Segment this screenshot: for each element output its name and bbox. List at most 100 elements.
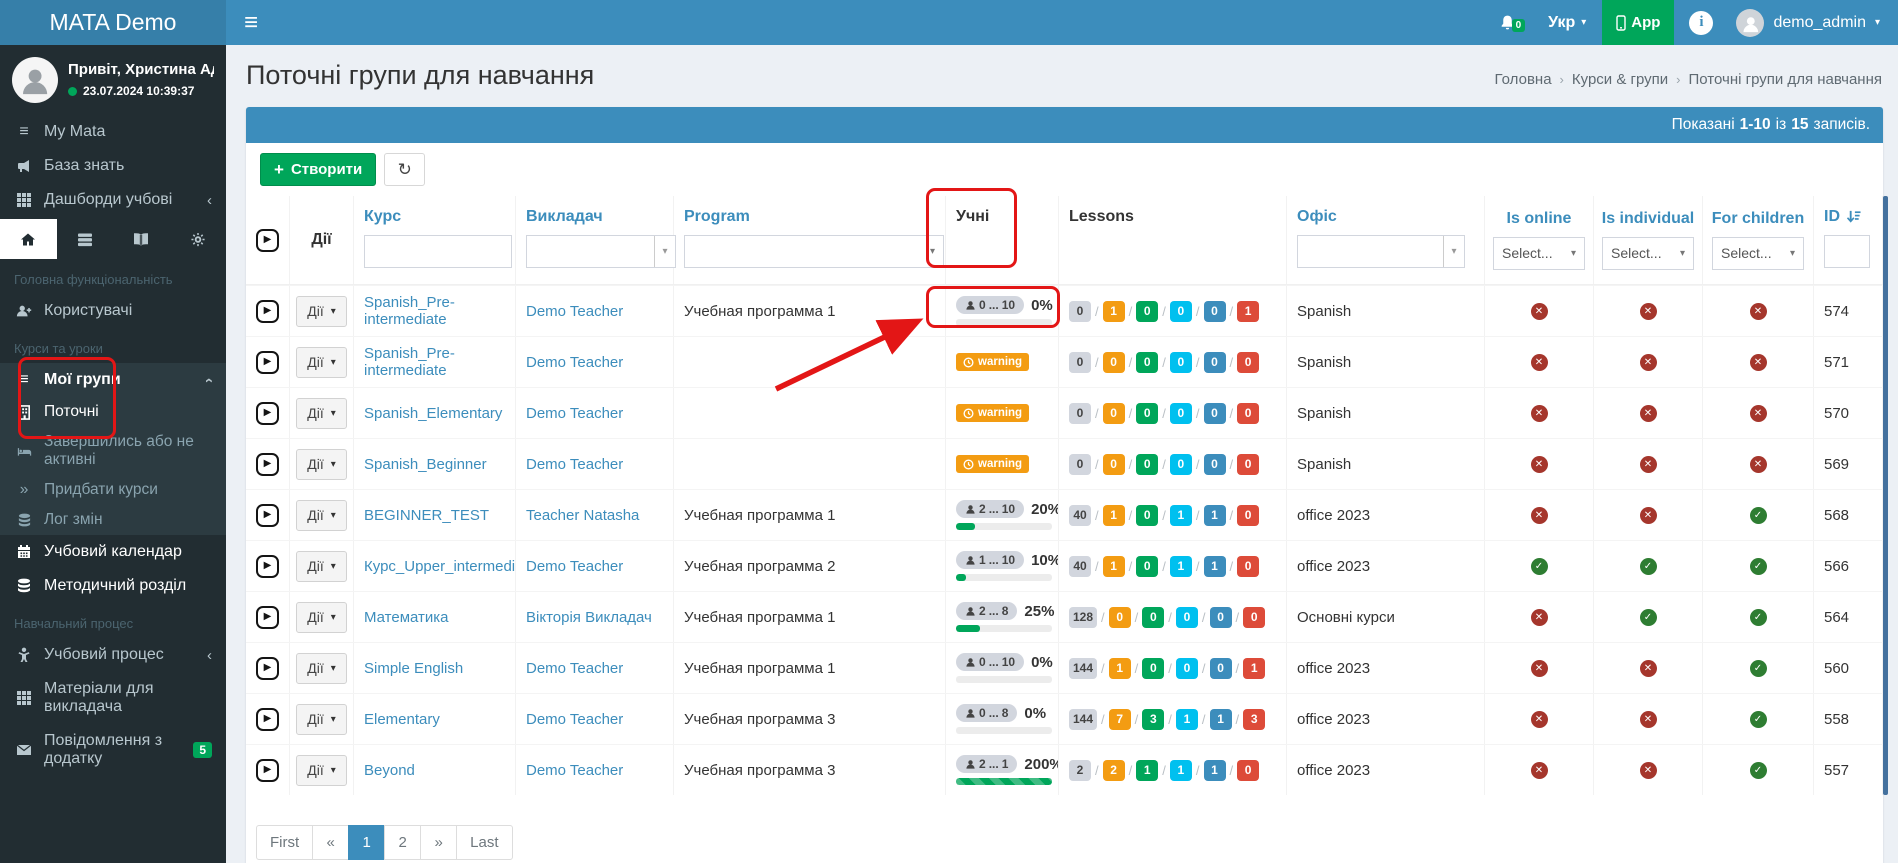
for-children-filter-select[interactable]: Select... ▾ bbox=[1712, 237, 1804, 270]
sidebar-item-my-mata[interactable]: ≡ My Mata bbox=[0, 115, 226, 149]
column-office-sort[interactable]: Офіс bbox=[1297, 208, 1337, 226]
teacher-link[interactable]: Demo Teacher bbox=[526, 354, 623, 371]
program-text: Учебная программа 1 bbox=[684, 506, 836, 524]
notifications-button[interactable]: 0 bbox=[1483, 14, 1532, 32]
breadcrumb-home[interactable]: Головна bbox=[1495, 71, 1552, 88]
refresh-button[interactable]: ↻ bbox=[384, 153, 426, 186]
app-button[interactable]: App bbox=[1602, 0, 1675, 45]
sidebar-item-changelog[interactable]: Лог змін bbox=[0, 505, 226, 535]
expand-row-button[interactable]: ▶ bbox=[256, 656, 279, 680]
table-scrollbar[interactable] bbox=[1883, 196, 1888, 795]
course-link[interactable]: Simple English bbox=[364, 660, 463, 677]
create-button[interactable]: + Створити bbox=[260, 153, 377, 186]
tab-lists[interactable] bbox=[57, 219, 114, 259]
user-menu[interactable]: demo_admin ▾ bbox=[1728, 8, 1898, 37]
expand-row-button[interactable]: ▶ bbox=[256, 299, 279, 323]
course-link[interactable]: Математика bbox=[364, 609, 449, 626]
teacher-link[interactable]: Demo Teacher bbox=[526, 558, 623, 575]
sidebar-item-dashboards[interactable]: Дашборди учбові ‹ bbox=[0, 183, 226, 217]
teacher-link[interactable]: Вікторія Викладач bbox=[526, 609, 652, 626]
sidebar-item-users[interactable]: Користувачі bbox=[0, 294, 226, 328]
sidebar-item-my-groups[interactable]: ≡ Мої групи ‹ bbox=[0, 363, 226, 397]
expand-row-button[interactable]: ▶ bbox=[256, 401, 279, 425]
expand-row-button[interactable]: ▶ bbox=[256, 350, 279, 374]
pagination-last[interactable]: Last bbox=[456, 825, 513, 860]
course-link[interactable]: BEGINNER_TEST bbox=[364, 507, 489, 524]
row-actions-button[interactable]: Дії ▾ bbox=[296, 703, 347, 735]
sidebar-item-methodics[interactable]: Методичний розділ bbox=[0, 569, 226, 603]
expand-all-button[interactable]: ▶ bbox=[256, 228, 279, 252]
teacher-link[interactable]: Demo Teacher bbox=[526, 762, 623, 779]
tab-settings[interactable] bbox=[170, 219, 227, 259]
expand-row-button[interactable]: ▶ bbox=[256, 554, 279, 578]
sidebar-item-current-groups[interactable]: Поточні bbox=[0, 397, 226, 427]
course-link[interactable]: Beyond bbox=[364, 762, 415, 779]
program-filter-select[interactable]: ▾ bbox=[684, 235, 944, 268]
expand-row-button[interactable]: ▶ bbox=[256, 605, 279, 629]
sidebar-item-buy-courses[interactable]: » Придбати курси bbox=[0, 475, 226, 505]
sidebar-item-knowledge-base[interactable]: База знать bbox=[0, 149, 226, 183]
course-filter-input[interactable] bbox=[364, 235, 512, 268]
column-for-children-sort[interactable]: For children bbox=[1712, 210, 1804, 228]
teacher-link[interactable]: Demo Teacher bbox=[526, 660, 623, 677]
sidebar-item-finished-groups[interactable]: Завершились або не активні bbox=[0, 427, 226, 475]
course-link[interactable]: Spanish_Pre-intermediate bbox=[364, 345, 515, 379]
row-actions-button[interactable]: Дії ▾ bbox=[296, 448, 347, 480]
pagination-first[interactable]: First bbox=[256, 825, 314, 860]
row-actions-button[interactable]: Дії ▾ bbox=[296, 346, 347, 378]
sidebar-item-messages[interactable]: Повідомлення з додатку 5 bbox=[0, 724, 226, 776]
row-actions-button[interactable]: Дії ▾ bbox=[296, 499, 347, 531]
lessons-total-badge: 40 bbox=[1069, 555, 1091, 577]
pagination-page-1[interactable]: 1 bbox=[348, 825, 386, 860]
progress-bar bbox=[956, 319, 1052, 326]
sidebar-toggle-button[interactable]: ≡ bbox=[226, 0, 276, 45]
course-link[interactable]: Spanish_Beginner bbox=[364, 456, 487, 473]
course-link[interactable]: Elementary bbox=[364, 711, 440, 728]
teacher-filter-select[interactable]: ▾ bbox=[526, 235, 676, 268]
course-link[interactable]: Spanish_Pre-intermediate bbox=[364, 294, 515, 328]
play-icon: ▶ bbox=[263, 234, 272, 245]
sidebar-item-materials[interactable]: Матеріали для викладача bbox=[0, 672, 226, 724]
row-actions-button[interactable]: Дії ▾ bbox=[296, 397, 347, 429]
is-online-filter-select[interactable]: Select... ▾ bbox=[1493, 237, 1585, 270]
teacher-link[interactable]: Teacher Natasha bbox=[526, 507, 639, 524]
is-individual-filter-select[interactable]: Select... ▾ bbox=[1602, 237, 1694, 270]
row-actions-button[interactable]: Дії ▾ bbox=[296, 601, 347, 633]
sidebar-item-process[interactable]: Учбовий процес ‹ bbox=[0, 638, 226, 672]
teacher-link[interactable]: Demo Teacher bbox=[526, 405, 623, 422]
students-range-badge: 2... 8 bbox=[956, 602, 1018, 620]
language-dropdown[interactable]: Укр ▾ bbox=[1532, 14, 1602, 32]
teacher-link[interactable]: Demo Teacher bbox=[526, 456, 623, 473]
tab-home[interactable] bbox=[0, 219, 57, 259]
expand-row-button[interactable]: ▶ bbox=[256, 707, 279, 731]
pagination-page-2[interactable]: 2 bbox=[384, 825, 422, 860]
office-filter-select[interactable]: ▾ bbox=[1297, 235, 1465, 268]
row-actions-button[interactable]: Дії ▾ bbox=[296, 295, 347, 327]
tab-library[interactable] bbox=[113, 219, 170, 259]
id-filter-input[interactable] bbox=[1824, 235, 1870, 268]
expand-row-button[interactable]: ▶ bbox=[256, 452, 279, 476]
row-actions-button[interactable]: Дії ▾ bbox=[296, 550, 347, 582]
pagination-prev[interactable]: « bbox=[312, 825, 350, 860]
sidebar-item-calendar[interactable]: Учбовий календар bbox=[0, 535, 226, 569]
table-row: ▶ Дії ▾ Spanish_Elementary Demo Teacher w… bbox=[246, 387, 1883, 438]
app-logo[interactable]: MATA Demo bbox=[0, 0, 226, 45]
info-button[interactable]: i bbox=[1674, 10, 1728, 35]
breadcrumb-courses[interactable]: Курси & групи bbox=[1572, 71, 1668, 88]
caret-down-icon: ▾ bbox=[330, 662, 336, 674]
column-teacher-sort[interactable]: Викладач bbox=[526, 208, 603, 226]
teacher-link[interactable]: Demo Teacher bbox=[526, 303, 623, 320]
column-id-sort[interactable]: ID bbox=[1824, 208, 1861, 226]
expand-row-button[interactable]: ▶ bbox=[256, 758, 279, 782]
course-link[interactable]: Курс_Upper_intermediate bbox=[364, 558, 515, 575]
row-actions-button[interactable]: Дії ▾ bbox=[296, 754, 347, 786]
column-is-individual-sort[interactable]: Is individual bbox=[1602, 210, 1694, 228]
column-program-sort[interactable]: Program bbox=[684, 208, 750, 226]
column-course-sort[interactable]: Курс bbox=[364, 208, 401, 226]
pagination-next[interactable]: » bbox=[420, 825, 458, 860]
column-is-online-sort[interactable]: Is online bbox=[1507, 210, 1572, 228]
teacher-link[interactable]: Demo Teacher bbox=[526, 711, 623, 728]
expand-row-button[interactable]: ▶ bbox=[256, 503, 279, 527]
course-link[interactable]: Spanish_Elementary bbox=[364, 405, 502, 422]
row-actions-button[interactable]: Дії ▾ bbox=[296, 652, 347, 684]
